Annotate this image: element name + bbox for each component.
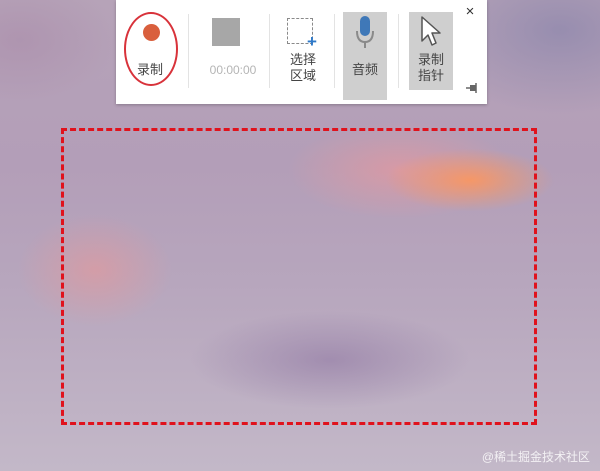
pin-icon[interactable] bbox=[465, 82, 479, 94]
select-area-button[interactable]: + 选择 区域 bbox=[282, 0, 324, 104]
separator bbox=[398, 14, 399, 88]
close-icon[interactable]: × bbox=[463, 4, 477, 20]
mouse-pointer-icon bbox=[421, 16, 441, 46]
separator bbox=[334, 14, 335, 88]
audio-label: 音频 bbox=[351, 62, 378, 77]
record-dot-icon bbox=[143, 24, 160, 41]
recording-area-selection[interactable] bbox=[61, 128, 537, 425]
plus-icon: + bbox=[307, 32, 317, 51]
select-area-label: 选择 区域 bbox=[289, 52, 316, 83]
stop-button[interactable]: 00:00:00 bbox=[196, 0, 270, 104]
record-button[interactable]: 录制 bbox=[120, 0, 180, 104]
separator bbox=[188, 14, 189, 88]
record-pointer-label: 录制 指针 bbox=[417, 52, 444, 83]
stop-square-icon bbox=[212, 18, 240, 46]
timer-label: 00:00:00 bbox=[209, 63, 257, 77]
watermark: @稀土掘金技术社区 bbox=[481, 450, 590, 464]
separator bbox=[269, 14, 270, 88]
microphone-icon bbox=[356, 16, 374, 48]
record-label: 录制 bbox=[136, 62, 163, 77]
record-pointer-toggle[interactable]: 录制 指针 bbox=[409, 12, 453, 90]
audio-toggle[interactable]: 音频 bbox=[343, 12, 387, 100]
screen-recording-toolbar: 录制 00:00:00 + 选择 区域 音频 录制 指针 × bbox=[116, 0, 487, 104]
